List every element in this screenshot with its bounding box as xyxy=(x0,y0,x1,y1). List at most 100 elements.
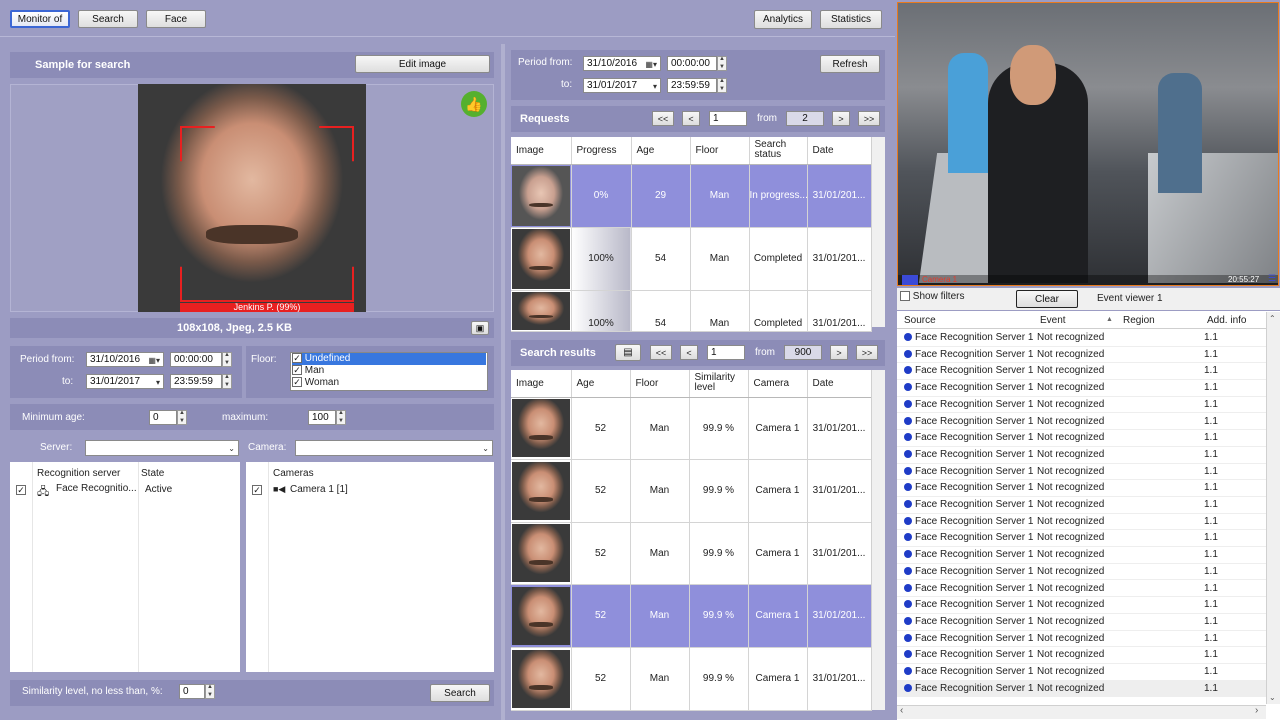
event-row[interactable]: Face Recognition Server 1 Not recognized 1… xyxy=(897,581,1266,598)
to-time-spinner[interactable] xyxy=(222,374,232,389)
like-icon[interactable]: 👍 xyxy=(461,91,487,117)
results-scrollbar[interactable] xyxy=(871,370,885,710)
event-row[interactable]: Face Recognition Server 1 Not recognized 1… xyxy=(897,347,1266,364)
max-age-spinner[interactable] xyxy=(336,410,346,425)
video-frame[interactable]: Camera 1 20:55:27 ☰ xyxy=(897,2,1279,286)
vertical-splitter[interactable] xyxy=(501,44,505,720)
event-row[interactable]: Face Recognition Server 1 Not recognized 1… xyxy=(897,514,1266,531)
mid-from-date[interactable]: 31/10/2016 ▦▾ xyxy=(583,56,661,71)
period-from-date[interactable]: 31/10/2016 ▦▾ xyxy=(86,352,164,367)
event-row[interactable]: Face Recognition Server 1 Not recognized 1… xyxy=(897,480,1266,497)
event-row[interactable]: Face Recognition Server 1 Not recognized 1… xyxy=(897,397,1266,414)
period-to-time[interactable]: 23:59:59 xyxy=(170,374,222,389)
col-similarity[interactable]: Similarity level xyxy=(689,370,749,398)
period-from-time[interactable]: 00:00:00 xyxy=(170,352,222,367)
event-row[interactable]: Face Recognition Server 1 Not recognized 1… xyxy=(897,414,1266,431)
col-floor[interactable]: Floor xyxy=(630,370,690,398)
table-row[interactable]: 100% 54 Man Completed 31/01/201... xyxy=(511,290,872,332)
event-row[interactable]: Face Recognition Server 1 Not recognized 1… xyxy=(897,363,1266,381)
requests-page-input[interactable]: 1 xyxy=(709,111,747,126)
scroll-right-icon[interactable]: › xyxy=(1255,705,1258,716)
event-row[interactable]: Face Recognition Server 1 Not recognized 1… xyxy=(897,464,1266,481)
server-select[interactable]: ⌄ xyxy=(85,440,239,456)
event-row[interactable]: Face Recognition Server 1 Not recognized 1… xyxy=(897,430,1266,447)
camera-name[interactable]: Camera 1 [1] xyxy=(290,484,348,495)
table-row[interactable]: 0% 29 Man In progress... 31/01/201... xyxy=(511,164,872,228)
requests-scrollbar[interactable] xyxy=(871,137,885,327)
event-scrollbar[interactable] xyxy=(1266,312,1280,704)
camera-checkbox[interactable]: ✓ xyxy=(252,485,262,496)
table-row[interactable]: 52 Man 99.9 % Camera 1 31/01/201... xyxy=(511,647,872,711)
mid-to-date[interactable]: 31/01/2017 ▾ xyxy=(583,78,661,93)
results-page-input[interactable]: 1 xyxy=(707,345,745,360)
search-button[interactable]: Search xyxy=(430,684,490,702)
col-search-status[interactable]: Search status xyxy=(749,137,808,165)
col-date[interactable]: Date xyxy=(807,370,872,398)
results-prev-button[interactable]: < xyxy=(680,345,698,360)
floor-option-man[interactable]: ✓ Man xyxy=(292,365,324,377)
event-row[interactable]: Face Recognition Server 1 Not recognized 1… xyxy=(897,447,1266,464)
results-first-button[interactable]: << xyxy=(650,345,672,360)
event-row[interactable]: Face Recognition Server 1 Not recognized 1… xyxy=(897,380,1266,397)
edit-image-button[interactable]: Edit image xyxy=(355,55,490,73)
col-image[interactable]: Image xyxy=(511,370,572,398)
scroll-up-icon[interactable]: ⌃ xyxy=(1269,314,1276,323)
camera-select[interactable]: ⌄ xyxy=(295,440,493,456)
requests-next-button[interactable]: > xyxy=(832,111,850,126)
floor-option-undefined[interactable]: ✓ Undefined xyxy=(292,353,486,365)
results-last-button[interactable]: >> xyxy=(856,345,878,360)
table-row[interactable]: 52 Man 99.9 % Camera 1 31/01/201... xyxy=(511,459,872,523)
mid-to-time[interactable]: 23:59:59 xyxy=(667,78,717,93)
col-add-info[interactable]: Add. info xyxy=(1207,315,1246,326)
col-progress[interactable]: Progress xyxy=(571,137,632,165)
event-row[interactable]: Face Recognition Server 1 Not recognized 1… xyxy=(897,564,1266,581)
col-camera[interactable]: Camera xyxy=(748,370,808,398)
period-to-date[interactable]: 31/01/2017 ▾ xyxy=(86,374,164,389)
col-age[interactable]: Age xyxy=(631,137,691,165)
table-row[interactable]: 100% 54 Man Completed 31/01/201... xyxy=(511,227,872,291)
event-row[interactable]: Face Recognition Server 1 Not recognized 1… xyxy=(897,530,1266,548)
event-row[interactable]: Face Recognition Server 1 Not recognized 1… xyxy=(897,631,1266,648)
statistics-button[interactable]: Statistics xyxy=(820,10,882,29)
mid-to-spinner[interactable] xyxy=(717,78,727,93)
event-row[interactable]: Face Recognition Server 1 Not recognized 1… xyxy=(897,597,1266,614)
event-row[interactable]: Face Recognition Server 1 Not recognized 1… xyxy=(897,547,1266,564)
clear-button[interactable]: Clear xyxy=(1016,290,1078,308)
search-tab-button[interactable]: Search xyxy=(78,10,138,28)
results-export-icon[interactable]: ▤ xyxy=(615,344,641,361)
save-image-icon[interactable]: ▣ xyxy=(471,321,489,335)
refresh-button[interactable]: Refresh xyxy=(820,55,880,73)
video-menu-icon[interactable]: ☰ xyxy=(1268,273,1276,284)
table-row[interactable]: 52 Man 99.9 % Camera 1 31/01/201... xyxy=(511,397,872,460)
min-age-spinner[interactable] xyxy=(177,410,187,425)
scroll-down-icon[interactable]: ⌄ xyxy=(1269,693,1276,702)
event-row[interactable]: Face Recognition Server 1 Not recognized 1… xyxy=(897,497,1266,514)
event-row[interactable]: Face Recognition Server 1 Not recognized 1… xyxy=(897,647,1266,664)
results-next-button[interactable]: > xyxy=(830,345,848,360)
event-row[interactable]: Face Recognition Server 1 Not recognized 1… xyxy=(897,680,1266,698)
col-source[interactable]: Source xyxy=(904,315,936,326)
mid-from-spinner[interactable] xyxy=(717,56,727,71)
server-name[interactable]: Face Recognitio... xyxy=(56,483,137,494)
event-row[interactable]: Face Recognition Server 1 Not recognized 1… xyxy=(897,330,1266,347)
table-row[interactable]: 52 Man 99.9 % Camera 1 31/01/201... xyxy=(511,584,872,648)
min-age-input[interactable]: 0 xyxy=(149,410,177,425)
col-image[interactable]: Image xyxy=(511,137,572,165)
col-region[interactable]: Region xyxy=(1123,315,1155,326)
requests-first-button[interactable]: << xyxy=(652,111,674,126)
similarity-input[interactable]: 0 xyxy=(179,684,205,699)
event-row[interactable]: Face Recognition Server 1 Not recognized 1… xyxy=(897,664,1266,681)
scroll-left-icon[interactable]: ‹ xyxy=(900,705,903,716)
monitor-tab-button[interactable]: Monitor of xyxy=(10,10,70,28)
table-row[interactable]: 52 Man 99.9 % Camera 1 31/01/201... xyxy=(511,522,872,585)
face-tab-button[interactable]: Face xyxy=(146,10,206,28)
col-date[interactable]: Date xyxy=(807,137,872,165)
max-age-input[interactable]: 100 xyxy=(308,410,336,425)
event-hscrollbar[interactable] xyxy=(897,705,1266,719)
server-checkbox[interactable]: ✓ xyxy=(16,485,26,496)
from-time-spinner[interactable] xyxy=(222,352,232,367)
requests-prev-button[interactable]: < xyxy=(682,111,700,126)
similarity-spinner[interactable] xyxy=(205,684,215,699)
col-floor[interactable]: Floor xyxy=(690,137,750,165)
col-event[interactable]: Event xyxy=(1040,315,1066,326)
